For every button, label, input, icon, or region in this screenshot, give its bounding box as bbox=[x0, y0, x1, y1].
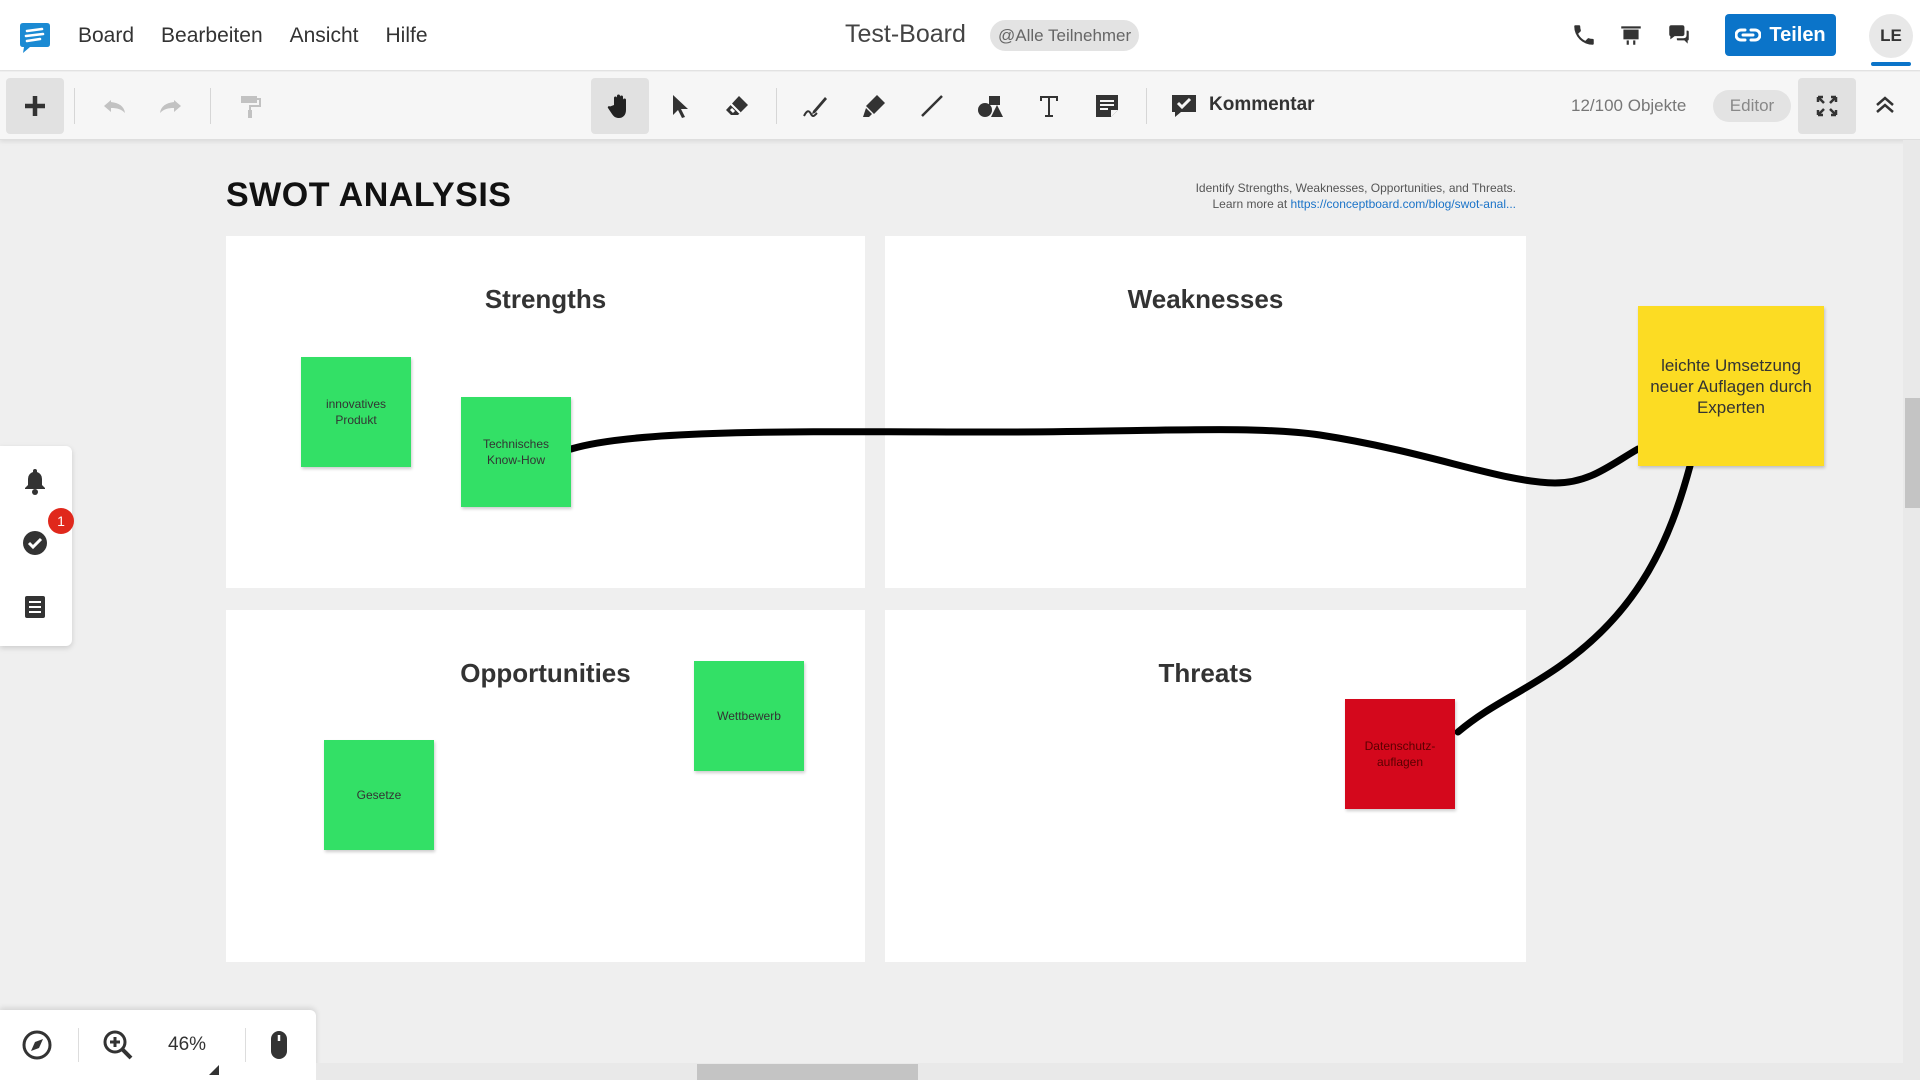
sticky-note[interactable]: Datenschutz-auflagen bbox=[1345, 699, 1455, 809]
quadrant-title: Threats bbox=[1158, 658, 1253, 688]
sticky-note-tool-button[interactable] bbox=[1078, 78, 1136, 134]
pen-icon bbox=[803, 97, 827, 117]
quadrant-title: Strengths bbox=[484, 284, 607, 314]
toolbar-divider bbox=[74, 88, 75, 124]
phone-icon[interactable] bbox=[1571, 22, 1597, 48]
top-bar: Board Bearbeiten Ansicht Hilfe Test-Boar… bbox=[0, 0, 1920, 71]
sticky-note[interactable]: Wettbewerb bbox=[694, 661, 804, 771]
role-badge: Editor bbox=[1713, 90, 1791, 122]
sticky-note[interactable]: Technisches Know-How bbox=[461, 397, 571, 507]
sticky-note-icon bbox=[1096, 95, 1118, 117]
share-label: Teilen bbox=[1769, 23, 1826, 46]
menu-ansicht[interactable]: Ansicht bbox=[290, 24, 359, 48]
list-icon[interactable] bbox=[20, 592, 50, 622]
zoom-dropdown-icon[interactable] bbox=[209, 1065, 219, 1075]
zoom-level[interactable]: 46% bbox=[168, 1034, 206, 1056]
learn-more-link[interactable]: https://conceptboard.com/blog/swot-anal.… bbox=[1291, 197, 1516, 211]
vertical-scrollbar[interactable] bbox=[1903, 140, 1920, 1065]
hand-icon bbox=[607, 94, 626, 118]
toolbar-divider bbox=[1146, 88, 1147, 124]
description-link-line: Learn more at https://conceptboard.com/b… bbox=[1196, 196, 1516, 212]
zoom-divider bbox=[78, 1028, 79, 1062]
comment-tool-button[interactable] bbox=[1155, 78, 1213, 134]
toolbar-divider bbox=[210, 88, 211, 124]
board-heading: SWOT ANALYSIS bbox=[226, 176, 512, 214]
menu-board[interactable]: Board bbox=[78, 24, 134, 48]
object-count: 12/100 Objekte bbox=[1571, 96, 1687, 115]
redo-icon bbox=[160, 100, 181, 113]
check-circle-icon[interactable] bbox=[20, 528, 50, 558]
notification-badge: 1 bbox=[48, 508, 74, 534]
highlighter-icon bbox=[863, 95, 885, 117]
toolbar-divider bbox=[776, 88, 777, 124]
sticky-note[interactable]: leichte Umsetzung neuer Auflagen durch E… bbox=[1638, 306, 1824, 466]
zoom-divider bbox=[245, 1028, 246, 1062]
sticky-note[interactable]: Gesetze bbox=[324, 740, 434, 850]
undo-button[interactable] bbox=[86, 78, 144, 134]
main-menu: Board Bearbeiten Ansicht Hilfe bbox=[78, 0, 428, 71]
side-panel: 1 bbox=[0, 446, 74, 646]
line-tool-button[interactable] bbox=[903, 78, 961, 134]
comment-icon bbox=[1172, 95, 1196, 117]
eraser-tool-button[interactable] bbox=[708, 78, 766, 134]
cursor-icon bbox=[673, 95, 688, 118]
mouse-icon[interactable] bbox=[262, 1028, 296, 1062]
horizontal-scrollbar-thumb[interactable] bbox=[697, 1064, 918, 1080]
horizontal-scrollbar[interactable] bbox=[316, 1063, 1920, 1080]
add-button[interactable] bbox=[6, 78, 64, 134]
eraser-icon bbox=[726, 96, 748, 115]
vertical-scrollbar-thumb[interactable] bbox=[1905, 398, 1920, 508]
quadrant-weaknesses: Weaknesses bbox=[885, 236, 1526, 588]
double-chevron-up-icon bbox=[1876, 96, 1894, 113]
fullscreen-button[interactable] bbox=[1798, 78, 1856, 134]
collapse-toolbar-button[interactable] bbox=[1856, 78, 1914, 134]
chat-icon[interactable] bbox=[1666, 22, 1692, 48]
text-tool-button[interactable] bbox=[1020, 78, 1078, 134]
select-tool-button[interactable] bbox=[650, 78, 708, 134]
hand-tool-button[interactable] bbox=[591, 78, 649, 134]
redo-button[interactable] bbox=[141, 78, 199, 134]
line-icon bbox=[921, 95, 943, 117]
format-painter-button[interactable] bbox=[221, 78, 279, 134]
link-icon bbox=[1735, 28, 1762, 42]
paint-roller-icon bbox=[241, 96, 261, 118]
menu-bearbeiten[interactable]: Bearbeiten bbox=[161, 24, 263, 48]
shapes-tool-button[interactable] bbox=[961, 78, 1019, 134]
comment-label[interactable]: Kommentar bbox=[1209, 94, 1315, 116]
board-description: Identify Strengths, Weaknesses, Opportun… bbox=[1196, 180, 1516, 212]
participants-badge[interactable]: @Alle Teilnehmer bbox=[990, 20, 1140, 51]
avatar-indicator bbox=[1871, 62, 1911, 66]
share-button[interactable]: Teilen bbox=[1725, 14, 1836, 56]
bell-icon[interactable] bbox=[20, 466, 50, 496]
presentation-icon[interactable] bbox=[1618, 22, 1644, 48]
compass-icon[interactable] bbox=[20, 1028, 54, 1062]
undo-icon bbox=[104, 100, 125, 113]
menu-hilfe[interactable]: Hilfe bbox=[386, 24, 428, 48]
sticky-note[interactable]: innovatives Produkt bbox=[301, 357, 411, 467]
highlighter-tool-button[interactable] bbox=[845, 78, 903, 134]
conceptboard-logo[interactable] bbox=[16, 20, 52, 56]
zoom-panel: 46% bbox=[0, 1010, 316, 1080]
description-prefix: Learn more at bbox=[1212, 197, 1291, 211]
description-line: Identify Strengths, Weaknesses, Opportun… bbox=[1195, 181, 1516, 195]
shapes-icon bbox=[978, 96, 1003, 117]
board-title[interactable]: Test-Board bbox=[845, 20, 966, 49]
toolbar: Kommentar 12/100 Objekte Editor bbox=[0, 72, 1920, 140]
zoom-in-icon[interactable] bbox=[101, 1028, 135, 1062]
avatar[interactable]: LE bbox=[1869, 14, 1913, 58]
pen-tool-button[interactable] bbox=[786, 78, 844, 134]
quadrant-title: Weaknesses bbox=[1127, 284, 1284, 314]
text-icon bbox=[1040, 96, 1058, 117]
plus-icon bbox=[25, 96, 45, 116]
fullscreen-icon bbox=[1816, 95, 1838, 117]
